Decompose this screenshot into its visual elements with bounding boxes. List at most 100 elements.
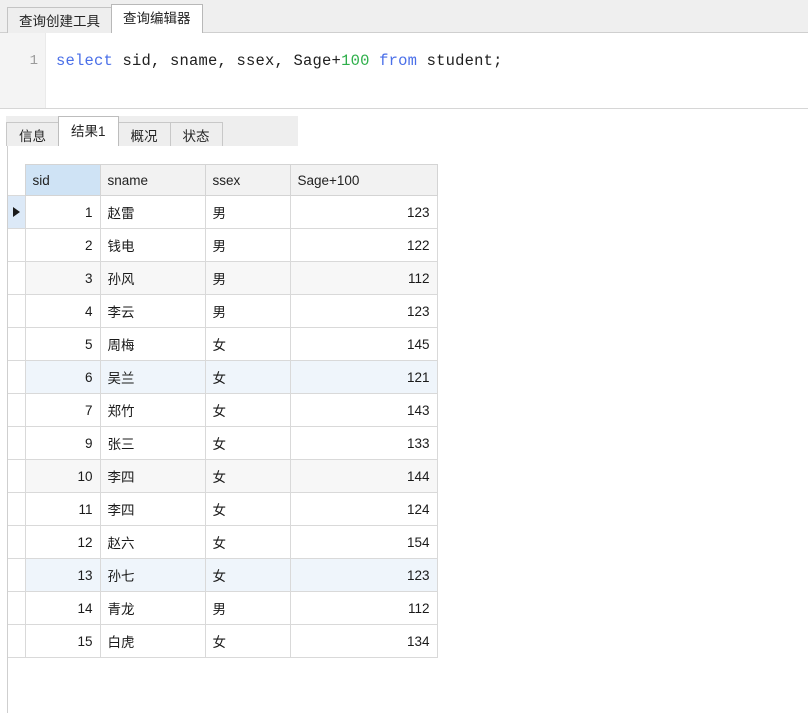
table-row[interactable]: 2 钱电男 122 [8, 228, 438, 262]
tab-result1[interactable]: 结果1 [58, 116, 119, 146]
row-marker-cell[interactable] [8, 426, 26, 460]
table-row[interactable]: 10 李四女 144 [8, 459, 438, 493]
table-row[interactable]: 3 孙风男 112 [8, 261, 438, 295]
row-marker-cell[interactable] [8, 525, 26, 559]
table-row[interactable]: 7 郑竹女 143 [8, 393, 438, 427]
row-marker-cell[interactable] [8, 294, 26, 328]
cell-ssex[interactable]: 女 [204, 624, 291, 658]
table-row[interactable]: 14 青龙男 112 [8, 591, 438, 625]
table-row[interactable]: 13 孙七女 123 [8, 558, 438, 592]
cell-sage100[interactable]: 143 [289, 393, 438, 427]
cell-sage100[interactable]: 121 [289, 360, 438, 394]
row-marker-cell[interactable] [8, 360, 26, 394]
cell-ssex[interactable]: 女 [204, 459, 291, 493]
cell-sid[interactable]: 7 [24, 393, 101, 427]
cell-ssex[interactable]: 男 [204, 261, 291, 295]
table-row[interactable]: 4 李云男 123 [8, 294, 438, 328]
cell-sage100[interactable]: 122 [289, 228, 438, 262]
cell-ssex[interactable]: 女 [204, 492, 291, 526]
cell-sname[interactable]: 白虎 [99, 624, 206, 658]
column-header-sname[interactable]: sname [99, 164, 206, 196]
row-marker-cell[interactable] [8, 327, 26, 361]
column-header-ssex[interactable]: ssex [204, 164, 291, 196]
tab-status[interactable]: 状态 [169, 122, 223, 149]
cell-ssex[interactable]: 男 [204, 294, 291, 328]
row-marker-cell[interactable] [8, 261, 26, 295]
cell-sid[interactable]: 15 [24, 624, 101, 658]
cell-sname[interactable]: 赵六 [99, 525, 206, 559]
cell-sage100[interactable]: 123 [289, 558, 438, 592]
cell-ssex[interactable]: 女 [204, 327, 291, 361]
cell-ssex[interactable]: 女 [204, 360, 291, 394]
cell-ssex[interactable]: 女 [204, 558, 291, 592]
cell-sid[interactable]: 14 [24, 591, 101, 625]
row-marker-cell[interactable] [8, 492, 26, 526]
row-marker-cell[interactable] [8, 558, 26, 592]
cell-sname[interactable]: 孙七 [99, 558, 206, 592]
cell-sage100[interactable]: 154 [289, 525, 438, 559]
cell-sname[interactable]: 青龙 [99, 591, 206, 625]
sql-keyword-from: from [369, 52, 418, 70]
cell-sid[interactable]: 10 [24, 459, 101, 493]
row-marker-cell[interactable] [8, 228, 26, 262]
cell-sname[interactable]: 钱电 [99, 228, 206, 262]
row-marker-cell[interactable] [8, 195, 26, 229]
table-row[interactable]: 11 李四女 124 [8, 492, 438, 526]
row-marker-cell[interactable] [8, 591, 26, 625]
result-grid[interactable]: sid sname ssex Sage+100 1 赵雷男 123 2 钱电男 122 3 孙… [8, 164, 438, 658]
cell-sname[interactable]: 赵雷 [99, 195, 206, 229]
cell-sid[interactable]: 3 [24, 261, 101, 295]
cell-ssex[interactable]: 女 [204, 525, 291, 559]
column-header-sid[interactable]: sid [24, 164, 101, 196]
cell-sname[interactable]: 李四 [99, 459, 206, 493]
cell-ssex[interactable]: 男 [204, 195, 291, 229]
cell-sid[interactable]: 11 [24, 492, 101, 526]
cell-sid[interactable]: 6 [24, 360, 101, 394]
cell-sid[interactable]: 13 [24, 558, 101, 592]
tab-profile[interactable]: 概况 [117, 122, 171, 149]
tab-query-editor[interactable]: 查询编辑器 [111, 4, 203, 33]
cell-sid[interactable]: 5 [24, 327, 101, 361]
cell-sname[interactable]: 吴兰 [99, 360, 206, 394]
tab-query-builder[interactable]: 查询创建工具 [7, 7, 112, 34]
table-row[interactable]: 9 张三女 133 [8, 426, 438, 460]
row-marker-cell[interactable] [8, 459, 26, 493]
sql-code-line[interactable]: select sid, sname, ssex, Sage+100 from s… [46, 47, 808, 75]
table-row[interactable]: 15 白虎女 134 [8, 624, 438, 658]
cell-sname[interactable]: 郑竹 [99, 393, 206, 427]
tab-info[interactable]: 信息 [6, 122, 59, 149]
cell-sage100[interactable]: 124 [289, 492, 438, 526]
cell-sage100[interactable]: 145 [289, 327, 438, 361]
cell-sage100[interactable]: 123 [289, 195, 438, 229]
row-marker-cell[interactable] [8, 393, 26, 427]
cell-sage100[interactable]: 133 [289, 426, 438, 460]
cell-ssex[interactable]: 女 [204, 426, 291, 460]
sql-editor[interactable]: 1 select sid, sname, ssex, Sage+100 from… [0, 33, 808, 109]
cell-sname[interactable]: 周梅 [99, 327, 206, 361]
cell-sid[interactable]: 4 [24, 294, 101, 328]
sql-keyword-select: select [56, 52, 114, 70]
row-marker-cell[interactable] [8, 624, 26, 658]
cell-sname[interactable]: 张三 [99, 426, 206, 460]
column-header-sage100[interactable]: Sage+100 [289, 164, 438, 196]
cell-sname[interactable]: 孙风 [99, 261, 206, 295]
cell-sid[interactable]: 12 [24, 525, 101, 559]
table-row[interactable]: 6 吴兰女 121 [8, 360, 438, 394]
table-row[interactable]: 1 赵雷男 123 [8, 195, 438, 229]
table-row[interactable]: 5 周梅女 145 [8, 327, 438, 361]
table-row[interactable]: 12 赵六女 154 [8, 525, 438, 559]
cell-sage100[interactable]: 144 [289, 459, 438, 493]
cell-ssex[interactable]: 男 [204, 591, 291, 625]
cell-sage100[interactable]: 112 [289, 591, 438, 625]
cell-sage100[interactable]: 134 [289, 624, 438, 658]
cell-sage100[interactable]: 123 [289, 294, 438, 328]
result-grid-container[interactable]: sid sname ssex Sage+100 1 赵雷男 123 2 钱电男 122 3 孙… [0, 146, 808, 713]
cell-sname[interactable]: 李四 [99, 492, 206, 526]
cell-sid[interactable]: 9 [24, 426, 101, 460]
cell-sid[interactable]: 1 [24, 195, 101, 229]
cell-sid[interactable]: 2 [24, 228, 101, 262]
cell-sname[interactable]: 李云 [99, 294, 206, 328]
cell-ssex[interactable]: 男 [204, 228, 291, 262]
cell-ssex[interactable]: 女 [204, 393, 291, 427]
cell-sage100[interactable]: 112 [289, 261, 438, 295]
